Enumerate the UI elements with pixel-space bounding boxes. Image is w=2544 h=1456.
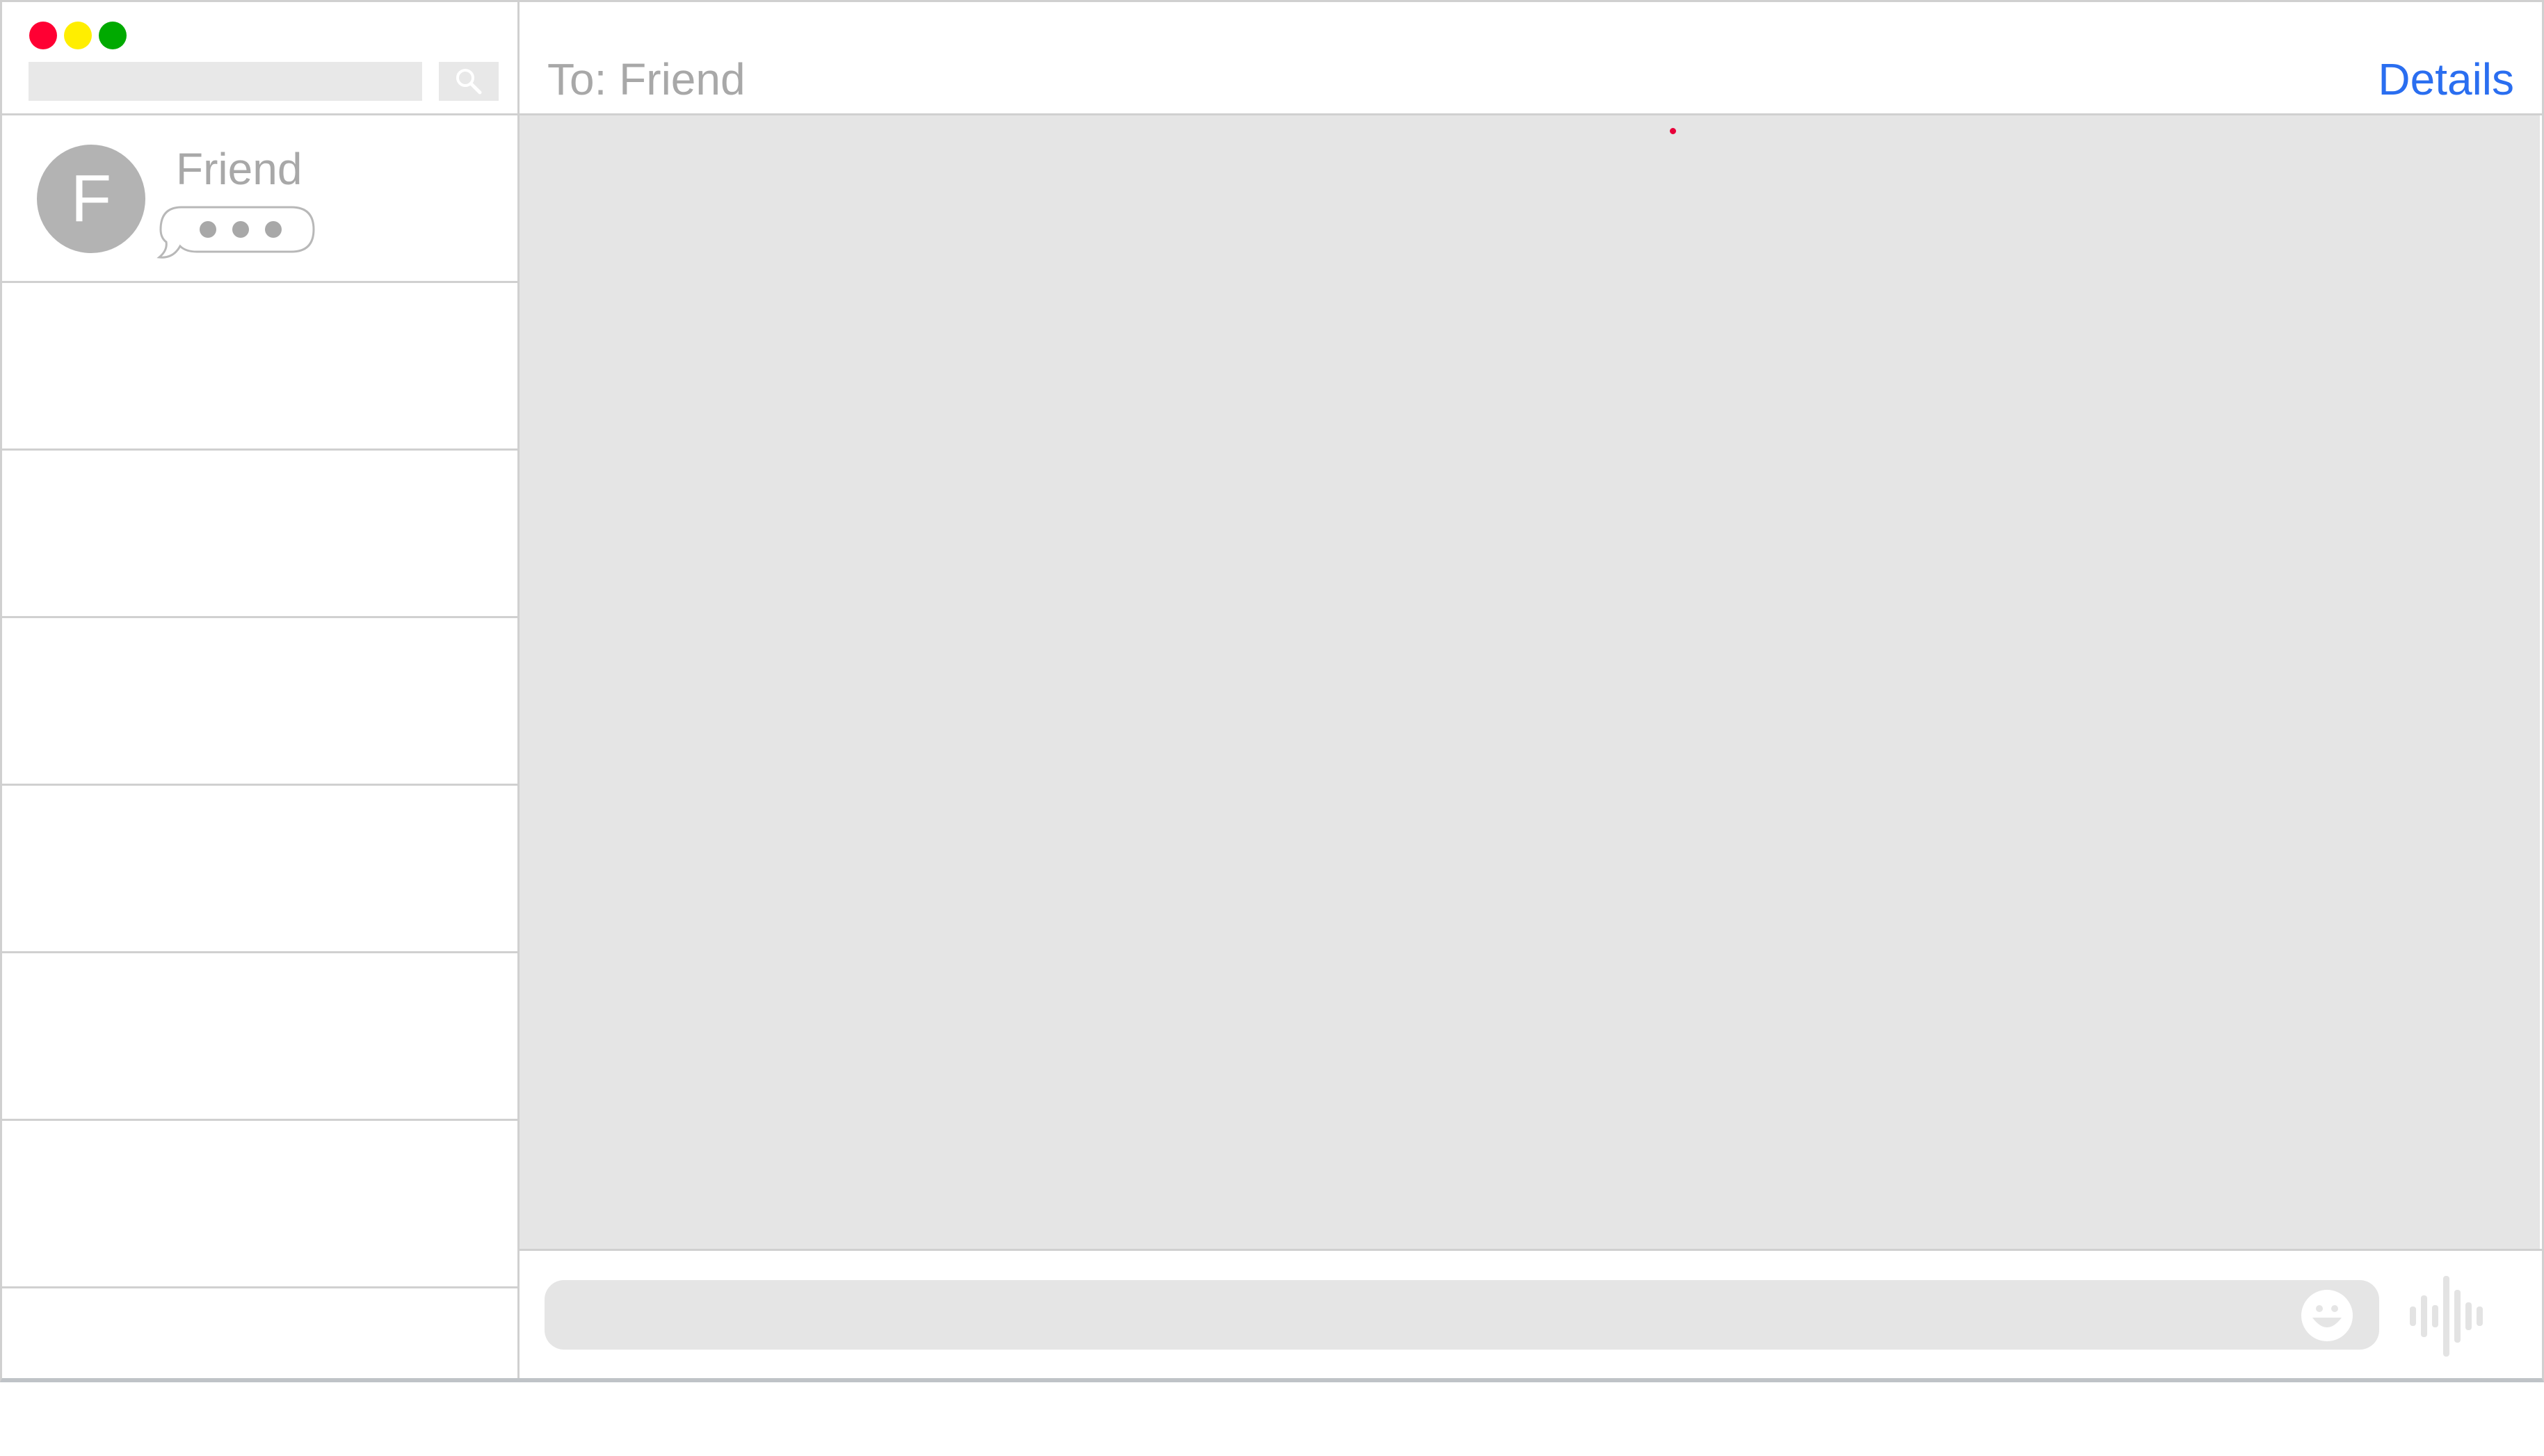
search-button[interactable] [439,62,499,101]
sidebar-toolbar [2,2,517,115]
sidebar: F Friend [2,2,520,1378]
conversation-row-empty[interactable] [2,451,517,618]
message-transcript[interactable] [520,115,2540,1249]
zoom-window-button[interactable] [99,22,127,49]
red-dot-marker [1670,128,1676,134]
conversation-row-empty[interactable] [2,1121,517,1288]
typing-indicator-icon [156,206,315,259]
conversation-row-friend[interactable]: F Friend [2,115,517,283]
composer-bar [520,1249,2542,1378]
search-icon [456,69,482,95]
details-button[interactable]: Details [2378,54,2514,105]
message-input[interactable] [545,1280,2379,1350]
conversation-list: F Friend [2,115,517,1456]
avatar: F [37,145,145,253]
smiley-face-icon[interactable] [2300,1288,2354,1343]
conversation-header: To: Friend Details [520,2,2542,115]
search-input[interactable] [29,62,422,101]
messages-window: F Friend To: Friend Details [0,0,2544,1382]
minimize-window-button[interactable] [64,22,92,49]
conversation-row-empty[interactable] [2,786,517,953]
conversation-name: Friend [176,144,303,194]
recipient-label: To: Friend [547,54,746,104]
conversation-row-empty[interactable] [2,283,517,451]
conversation-row-empty[interactable] [2,618,517,786]
conversation-row-empty[interactable] [2,953,517,1121]
close-window-button[interactable] [29,22,57,49]
audio-waveform-icon[interactable] [2407,1275,2495,1358]
conversation-row-empty[interactable] [2,1288,517,1456]
